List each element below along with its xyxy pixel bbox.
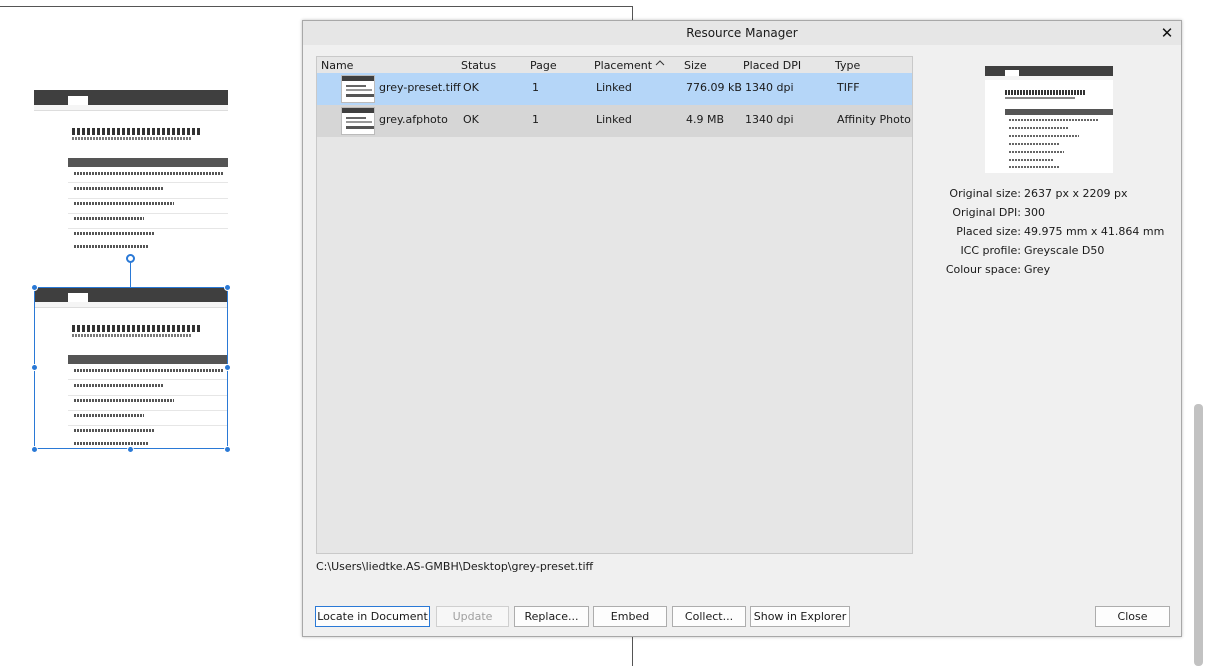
resource-row[interactable]: grey-preset.tiff OK 1 Linked 776.09 kB 1… <box>317 73 912 105</box>
column-header-status[interactable]: Status <box>461 59 496 72</box>
dialog-title: Resource Manager <box>686 26 798 40</box>
resource-placement: Linked <box>596 81 632 94</box>
update-button[interactable]: Update <box>436 606 509 627</box>
column-header-placed-dpi[interactable]: Placed DPI <box>743 59 801 72</box>
rotation-handle-stem <box>130 262 131 287</box>
sort-ascending-icon <box>655 59 665 70</box>
column-header-type[interactable]: Type <box>835 59 860 72</box>
resource-manager-dialog: Resource Manager ✕ Name Status Page Plac… <box>302 20 1182 637</box>
resize-handle-bottom-left[interactable] <box>31 446 38 453</box>
scrollbar-thumb[interactable] <box>1194 404 1203 666</box>
resource-status: OK <box>463 81 479 94</box>
column-header-name[interactable]: Name <box>321 59 353 72</box>
resize-handle-bottom-middle[interactable] <box>127 446 134 453</box>
resize-handle-bottom-right[interactable] <box>224 446 231 453</box>
resource-size: 4.9 MB <box>686 113 725 126</box>
close-button[interactable]: Close <box>1095 606 1170 627</box>
resource-dpi: 1340 dpi <box>745 113 794 126</box>
selection-frame <box>34 287 228 449</box>
close-icon[interactable]: ✕ <box>1157 23 1177 43</box>
resource-page: 1 <box>532 113 539 126</box>
resource-thumbnail <box>341 107 375 135</box>
replace-button[interactable]: Replace... <box>514 606 589 627</box>
resource-status: OK <box>463 113 479 126</box>
resource-preview <box>985 66 1113 173</box>
placed-image-top[interactable] <box>34 90 228 252</box>
column-header-size[interactable]: Size <box>684 59 707 72</box>
resource-list[interactable]: Name Status Page Placement Size Placed D… <box>316 56 913 554</box>
collect-button[interactable]: Collect... <box>672 606 746 627</box>
resource-size: 776.09 kB <box>686 81 742 94</box>
resource-placement: Linked <box>596 113 632 126</box>
list-header: Name Status Page Placement Size Placed D… <box>317 57 912 73</box>
resource-name: grey.afphoto <box>379 113 448 126</box>
resource-path: C:\Users\liedtke.AS-GMBH\Desktop\grey-pr… <box>316 560 594 573</box>
resource-page: 1 <box>532 81 539 94</box>
resource-dpi: 1340 dpi <box>745 81 794 94</box>
resource-row[interactable]: grey.afphoto OK 1 Linked 4.9 MB 1340 dpi… <box>317 105 912 137</box>
resource-thumbnail <box>341 75 375 103</box>
resource-type: TIFF <box>837 81 860 94</box>
rotation-handle[interactable] <box>126 254 135 263</box>
column-header-placement[interactable]: Placement <box>594 59 652 72</box>
embed-button[interactable]: Embed <box>593 606 667 627</box>
locate-in-document-button[interactable]: Locate in Document <box>315 606 430 627</box>
show-in-explorer-button[interactable]: Show in Explorer <box>750 606 850 627</box>
resource-type: Affinity Photo <box>837 113 911 126</box>
column-header-page[interactable]: Page <box>530 59 557 72</box>
dialog-titlebar: Resource Manager ✕ <box>303 21 1181 45</box>
resize-handle-middle-right[interactable] <box>224 364 231 371</box>
resize-handle-top-left[interactable] <box>31 284 38 291</box>
resource-name: grey-preset.tiff <box>379 81 461 94</box>
resize-handle-top-right[interactable] <box>224 284 231 291</box>
resize-handle-middle-left[interactable] <box>31 364 38 371</box>
page-edge-top <box>0 6 633 7</box>
